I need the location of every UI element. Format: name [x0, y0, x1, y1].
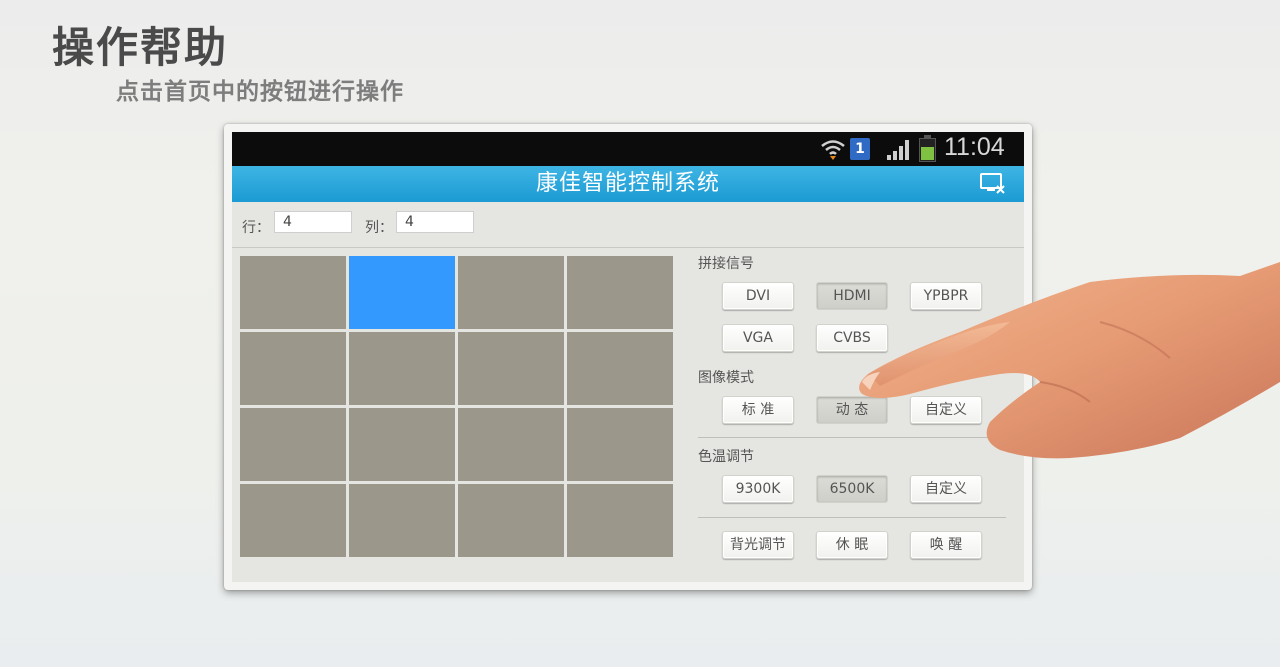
dvi-button[interactable]: DVI [722, 282, 794, 310]
6500k-button[interactable]: 6500K [816, 475, 888, 503]
control-panel: 拼接信号 DVI HDMI YPBPR VGA CVBS 图像模式 标 准 动 … [688, 132, 1024, 582]
wall-cell[interactable] [567, 332, 673, 405]
wall-cell[interactable] [458, 408, 564, 481]
backlight-button[interactable]: 背光调节 [722, 531, 794, 559]
wall-cell[interactable] [567, 408, 673, 481]
9300k-button[interactable]: 9300K [722, 475, 794, 503]
wall-cell[interactable] [567, 256, 673, 329]
wall-cell[interactable] [349, 484, 455, 557]
hdmi-button[interactable]: HDMI [816, 282, 888, 310]
wall-cell[interactable] [349, 408, 455, 481]
sleep-button[interactable]: 休 眠 [816, 531, 888, 559]
row-label: 行： [242, 220, 270, 236]
color-temp-section-label: 色温调节 [698, 449, 754, 465]
custom-temp-button[interactable]: 自定义 [910, 475, 982, 503]
wall-cell[interactable] [240, 332, 346, 405]
wall-cell[interactable] [240, 256, 346, 329]
wake-button[interactable]: 唤 醒 [910, 531, 982, 559]
col-input[interactable]: 4 [396, 211, 474, 233]
dynamic-mode-button[interactable]: 动 态 [816, 396, 888, 424]
wall-cell[interactable] [458, 484, 564, 557]
wall-cell[interactable] [567, 484, 673, 557]
cvbs-button[interactable]: CVBS [816, 324, 888, 352]
standard-mode-button[interactable]: 标 准 [722, 396, 794, 424]
custom-mode-button[interactable]: 自定义 [910, 396, 982, 424]
video-wall-grid [240, 256, 674, 562]
app-screen: 1 11:04 康佳智能控制系统 行： 4 列： 4 拼接信号 DVI HDMI… [232, 132, 1024, 582]
vga-button[interactable]: VGA [722, 324, 794, 352]
section-divider [698, 517, 1006, 518]
help-subtitle: 点击首页中的按钮进行操作 [116, 79, 404, 105]
wall-cell[interactable] [240, 408, 346, 481]
col-label: 列： [365, 220, 393, 236]
wall-cell[interactable] [349, 256, 455, 329]
tablet-frame: 1 11:04 康佳智能控制系统 行： 4 列： 4 拼接信号 DVI HDMI… [224, 124, 1032, 590]
row-input[interactable]: 4 [274, 211, 352, 233]
signal-section-label: 拼接信号 [698, 256, 754, 272]
wall-cell[interactable] [240, 484, 346, 557]
help-title: 操作帮助 [52, 23, 229, 72]
wall-cell[interactable] [458, 256, 564, 329]
image-mode-section-label: 图像模式 [698, 370, 754, 386]
wall-cell[interactable] [458, 332, 564, 405]
section-divider [698, 437, 1006, 438]
wall-cell[interactable] [349, 332, 455, 405]
ypbpr-button[interactable]: YPBPR [910, 282, 982, 310]
